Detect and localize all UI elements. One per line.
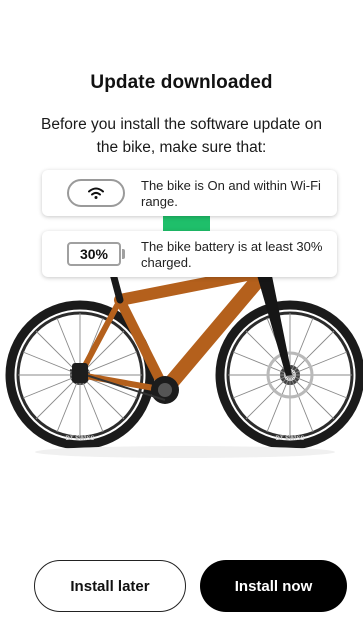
wifi-icon bbox=[88, 187, 104, 199]
install-now-button[interactable]: Install now bbox=[200, 560, 347, 612]
front-rim-label: DT SWISS bbox=[275, 436, 304, 442]
battery-icon: 30% bbox=[67, 240, 125, 268]
checklist-text-wifi: The bike is On and within Wi-Fi range. bbox=[141, 178, 321, 209]
rear-rim-label: DT SWISS bbox=[65, 436, 94, 442]
checklist-item-battery: 30% The bike battery is at least 30% cha… bbox=[42, 231, 337, 277]
update-dialog: DT SWISS DT SWISS Update downloaded Befo… bbox=[0, 0, 363, 633]
wifi-badge bbox=[67, 179, 125, 207]
dialog-subtitle: Before you install the software update o… bbox=[41, 116, 322, 156]
battery-level-label: 30% bbox=[67, 242, 121, 266]
checklist-item-wifi: The bike is On and within Wi-Fi range. bbox=[42, 170, 337, 216]
battery-tip bbox=[122, 249, 125, 259]
install-later-button[interactable]: Install later bbox=[34, 560, 186, 612]
checklist-text-battery: The bike battery is at least 30% charged… bbox=[141, 239, 323, 270]
dialog-title: Update downloaded bbox=[90, 72, 273, 93]
wifi-pill bbox=[67, 179, 125, 207]
